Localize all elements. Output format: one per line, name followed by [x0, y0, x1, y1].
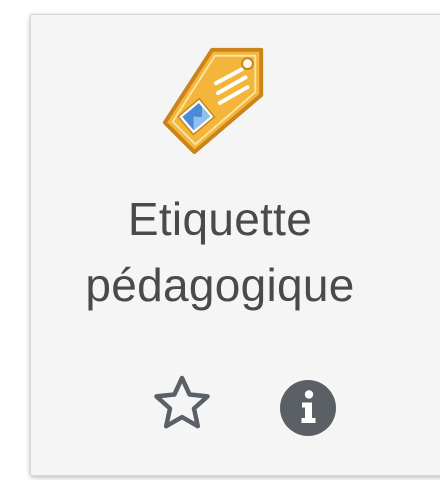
module-title: Etiquette pédagogique — [0, 186, 440, 318]
title-line-2: pédagogique — [85, 259, 355, 311]
title-line-1: Etiquette — [127, 193, 313, 245]
info-circle-icon[interactable] — [278, 378, 338, 438]
star-outline-icon[interactable] — [150, 372, 214, 436]
label-tag-icon — [162, 47, 264, 155]
